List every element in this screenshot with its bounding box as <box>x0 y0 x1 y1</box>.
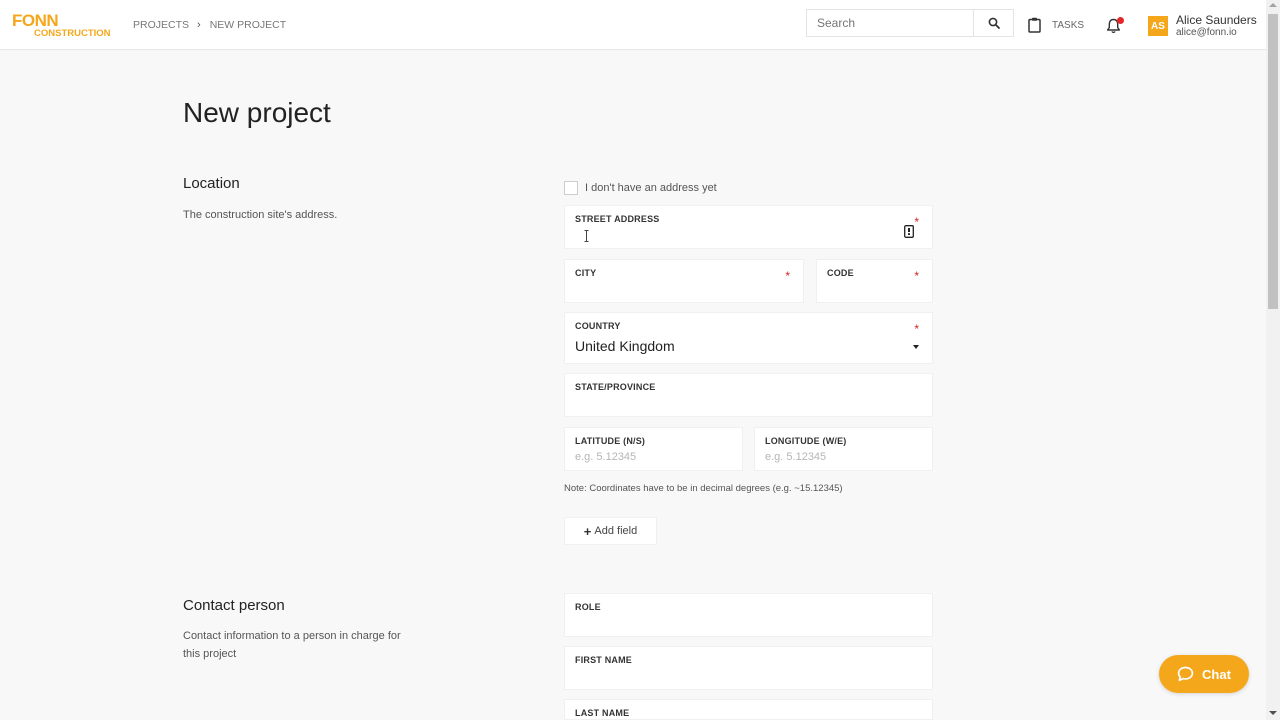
contact-section-title: Contact person <box>183 597 285 614</box>
role-field[interactable]: ROLE <box>564 593 933 637</box>
last-name-field[interactable]: LAST NAME <box>564 699 933 720</box>
first-name-field[interactable]: FIRST NAME <box>564 646 933 690</box>
role-label: ROLE <box>575 602 601 612</box>
chat-button[interactable]: Chat <box>1159 655 1249 693</box>
street-address-field[interactable]: STREET ADDRESS * <box>564 205 933 249</box>
role-input[interactable] <box>575 618 902 630</box>
scroll-down-arrow-icon[interactable] <box>1269 711 1277 715</box>
notification-badge <box>1117 17 1124 24</box>
search-icon <box>988 17 1000 29</box>
top-bar: FONN CONSTRUCTION PROJECTS › NEW PROJECT… <box>0 0 1266 50</box>
latitude-field[interactable]: LATITUDE (N/S) <box>564 427 743 471</box>
last-name-label: LAST NAME <box>575 708 630 718</box>
notifications-button[interactable] <box>1106 17 1124 35</box>
city-input[interactable] <box>575 284 773 296</box>
required-marker: * <box>914 269 919 283</box>
autofill-icon[interactable] <box>904 225 914 238</box>
state-province-label: STATE/PROVINCE <box>575 382 656 392</box>
country-value: United Kingdom <box>575 338 675 354</box>
scroll-up-arrow-icon[interactable] <box>1269 3 1277 7</box>
search-input[interactable] <box>806 9 974 37</box>
breadcrumb-projects[interactable]: PROJECTS <box>133 19 189 31</box>
no-address-option[interactable]: I don't have an address yet <box>564 181 717 195</box>
code-field[interactable]: CODE * <box>816 259 933 303</box>
street-address-label: STREET ADDRESS <box>575 214 660 224</box>
required-marker: * <box>914 215 919 229</box>
no-address-label: I don't have an address yet <box>585 182 717 194</box>
add-field-label: Add field <box>594 525 638 537</box>
avatar[interactable]: AS <box>1148 16 1168 36</box>
scrollbar-thumb[interactable] <box>1268 14 1278 309</box>
plus-icon: + <box>583 523 592 539</box>
user-email: alice@fonn.io <box>1176 27 1237 38</box>
latitude-input[interactable] <box>575 451 712 463</box>
page-title: New project <box>183 97 331 128</box>
longitude-label: LONGITUDE (W/E) <box>765 436 847 446</box>
coordinates-note: Note: Coordinates have to be in decimal … <box>564 483 843 494</box>
country-select[interactable]: COUNTRY * United Kingdom <box>564 312 933 364</box>
breadcrumb-separator: › <box>197 19 201 31</box>
breadcrumb: PROJECTS › NEW PROJECT <box>133 19 286 31</box>
city-label: CITY <box>575 268 597 278</box>
code-input[interactable] <box>827 284 902 296</box>
city-field[interactable]: CITY * <box>564 259 804 303</box>
chat-bubble-icon <box>1177 666 1194 682</box>
clipboard-icon <box>1028 17 1041 33</box>
code-label: CODE <box>827 268 854 278</box>
first-name-label: FIRST NAME <box>575 655 632 665</box>
add-field-button[interactable]: + Add field <box>564 517 657 545</box>
state-province-field[interactable]: STATE/PROVINCE <box>564 373 933 417</box>
contact-section-description: Contact information to a person in charg… <box>183 630 401 660</box>
required-marker: * <box>914 322 919 336</box>
longitude-field[interactable]: LONGITUDE (W/E) <box>754 427 933 471</box>
location-section-description: The construction site's address. <box>183 209 338 221</box>
chat-label: Chat <box>1202 666 1231 682</box>
street-address-input[interactable] <box>575 230 902 242</box>
first-name-input[interactable] <box>575 671 902 683</box>
latitude-label: LATITUDE (N/S) <box>575 436 646 446</box>
page-scrollbar[interactable] <box>1266 0 1280 720</box>
caret-down-icon <box>913 345 919 349</box>
state-province-input[interactable] <box>575 398 902 410</box>
fonn-logo[interactable]: FONN CONSTRUCTION <box>12 12 112 40</box>
no-address-checkbox[interactable] <box>564 181 578 195</box>
longitude-input[interactable] <box>765 451 902 463</box>
user-name[interactable]: Alice Saunders <box>1176 13 1257 27</box>
search-button[interactable] <box>973 9 1014 37</box>
breadcrumb-new-project: NEW PROJECT <box>209 19 287 31</box>
text-cursor-icon <box>584 230 589 242</box>
tasks-link[interactable]: TASKS <box>1028 17 1084 33</box>
logo-subtitle: CONSTRUCTION <box>34 28 111 39</box>
required-marker: * <box>785 269 790 283</box>
location-section-title: Location <box>183 175 240 192</box>
tasks-label: TASKS <box>1052 19 1085 31</box>
country-label: COUNTRY <box>575 321 621 331</box>
